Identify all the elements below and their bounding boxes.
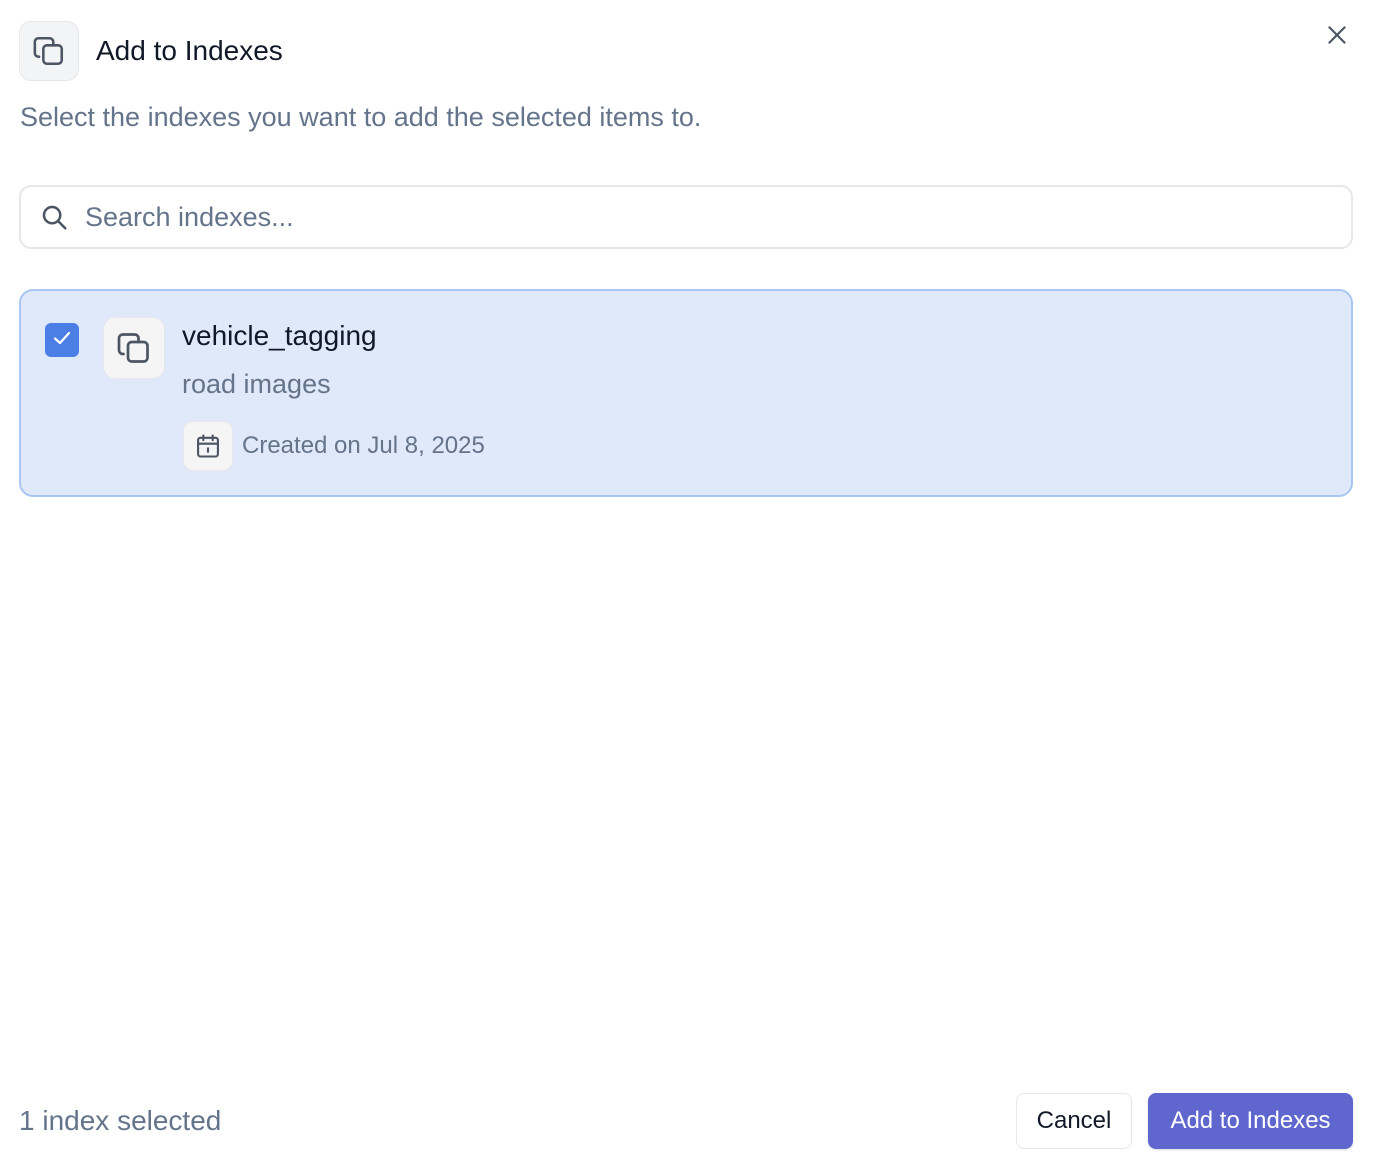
calendar-icon [183, 421, 233, 471]
search-icon [37, 200, 71, 234]
index-created-date: Created on Jul 8, 2025 [242, 432, 485, 459]
search-box [19, 185, 1353, 249]
copy-stack-icon [103, 317, 165, 379]
add-to-indexes-dialog: Add to Indexes Select the indexes you wa… [0, 0, 1376, 1168]
check-icon [50, 326, 74, 355]
search-input[interactable] [85, 187, 1351, 247]
close-button[interactable] [1318, 18, 1356, 56]
cancel-button[interactable]: Cancel [1016, 1093, 1132, 1149]
index-name: vehicle_tagging [182, 320, 377, 351]
copy-stack-icon [19, 21, 79, 81]
dialog-title: Add to Indexes [96, 35, 283, 66]
index-item-vehicle-tagging[interactable]: vehicle_tagging road images Created on J… [19, 289, 1353, 497]
index-checkbox[interactable] [45, 323, 79, 357]
close-icon[interactable] [1324, 22, 1350, 53]
selected-count: 1 index selected [19, 1105, 222, 1136]
index-description: road images [182, 369, 331, 399]
add-to-indexes-button[interactable]: Add to Indexes [1148, 1093, 1353, 1149]
dialog-subtitle: Select the indexes you want to add the s… [20, 102, 702, 132]
